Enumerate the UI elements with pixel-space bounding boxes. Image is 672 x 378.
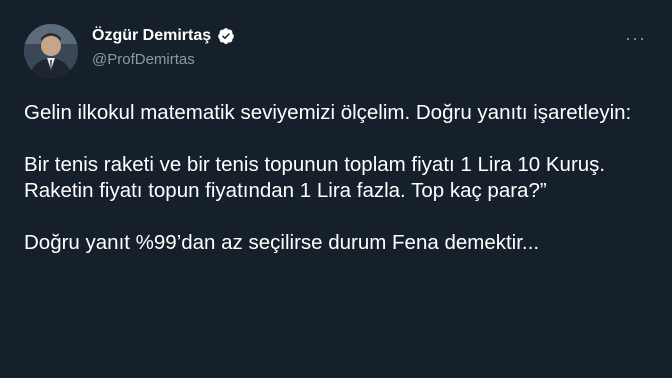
avatar[interactable] (24, 24, 78, 78)
tweet-paragraph: Bir tenis raketi ve bir tenis topunun to… (24, 153, 606, 202)
author-display-name[interactable]: Özgür Demirtaş (92, 27, 211, 45)
tweet: Özgür Demirtaş @ProfDemirtas ··· Gelin i… (0, 0, 672, 378)
verified-badge-icon (217, 27, 235, 45)
author-handle[interactable]: @ProfDemirtas (92, 51, 195, 68)
profile-photo (24, 24, 78, 78)
author-name-row[interactable]: Özgür Demirtaş (92, 27, 235, 45)
more-options-icon[interactable]: ··· (625, 28, 646, 49)
tweet-paragraph: Gelin ilkokul matematik seviyemizi ölçel… (24, 101, 632, 124)
tweet-paragraph: Doğru yanıt %99’dan az seçilirse durum F… (24, 231, 540, 254)
tweet-text: Gelin ilkokul matematik seviyemizi ölçel… (24, 100, 654, 282)
